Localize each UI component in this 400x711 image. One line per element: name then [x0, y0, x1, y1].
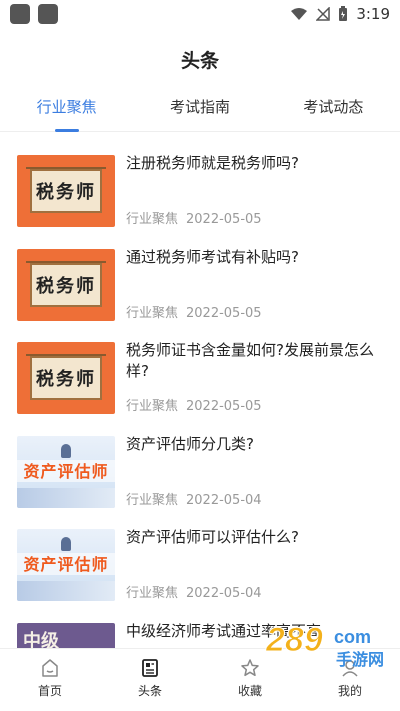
thumbnail-text: 资产评估师 [23, 461, 109, 481]
signboard: 税务师 [26, 354, 106, 400]
article-category: 行业聚焦 [126, 586, 179, 601]
article-date: 2022-05-05 [186, 305, 262, 321]
thumbnail-text: 中级 [23, 630, 59, 649]
bottom-tab-bar: 首页 头条 收藏 我的 [0, 648, 400, 711]
article-title: 资产评估师分几类? [126, 434, 254, 453]
page-title: 头条 [180, 50, 219, 72]
thumbnail-floor [17, 581, 115, 601]
article-title: 税务师证书含金量如何?发展前景怎么样? [126, 341, 374, 380]
tab-exam-guide[interactable]: 考试指南 [133, 90, 266, 131]
list-item[interactable]: 中级 中级经济师考试通过率高不高 [0, 601, 400, 649]
notification-icon [38, 4, 58, 24]
article-category: 行业聚焦 [126, 305, 179, 321]
article-title: 资产评估师可以评估什么? [126, 528, 299, 546]
list-item[interactable]: 税务师 注册税务师就是税务师吗? 行业聚焦 2022-05-05 [0, 133, 400, 227]
article-thumbnail: 税务师 [17, 155, 115, 227]
article-title: 通过税务师考试有补贴吗? [126, 247, 299, 266]
article-category: 行业聚焦 [126, 492, 179, 508]
no-signal-icon [316, 7, 331, 21]
article-category: 行业聚焦 [126, 399, 179, 414]
list-item[interactable]: 税务师 税务师证书含金量如何?发展前景怎么样? 行业聚焦 2022-05-05 [0, 320, 400, 414]
person-figure [61, 537, 71, 551]
tab-label: 考试指南 [169, 98, 230, 116]
headlines-icon [142, 659, 158, 677]
tabbar-item-profile[interactable]: 我的 [300, 649, 400, 711]
tabbar-item-home[interactable]: 首页 [0, 649, 100, 711]
tabbar-item-headlines[interactable]: 头条 [100, 649, 200, 711]
tab-label: 考试动态 [303, 98, 364, 116]
notification-icon [10, 4, 30, 24]
article-date: 2022-05-05 [186, 399, 262, 414]
tabbar-label: 首页 [37, 684, 62, 698]
category-tabs: 行业聚焦 考试指南 考试动态 [0, 90, 400, 132]
home-icon [42, 659, 58, 677]
user-icon [342, 660, 358, 677]
tabbar-label: 收藏 [237, 684, 262, 698]
article-date: 2022-05-05 [186, 212, 262, 227]
article-thumbnail: 税务师 [17, 248, 115, 321]
article-thumbnail: 资产评估师 [17, 435, 115, 508]
article-thumbnail: 资产评估师 [17, 529, 115, 601]
list-item[interactable]: 税务师 通过税务师考试有补贴吗? 行业聚焦 2022-05-05 [0, 227, 400, 321]
article-thumbnail: 税务师 [17, 342, 115, 414]
tab-active-indicator [54, 129, 79, 132]
article-date: 2022-05-04 [186, 586, 262, 601]
wifi-icon [291, 8, 308, 20]
article-title: 注册税务师就是税务师吗? [126, 154, 299, 172]
list-item[interactable]: 资产评估师 资产评估师可以评估什么? 行业聚焦 2022-05-04 [0, 507, 400, 601]
status-bar: 3:19 [0, 0, 400, 28]
tab-industry-focus[interactable]: 行业聚焦 [0, 90, 133, 132]
article-date: 2022-05-04 [186, 492, 262, 508]
tabbar-label: 我的 [337, 684, 362, 698]
thumbnail-text: 资产评估师 [23, 555, 109, 574]
person-figure [61, 443, 71, 458]
battery-icon [339, 6, 348, 21]
signboard: 税务师 [26, 260, 106, 307]
thumbnail-text: 税务师 [36, 275, 96, 297]
tabbar-item-favorites[interactable]: 收藏 [200, 649, 300, 711]
signboard: 税务师 [26, 167, 106, 213]
status-time: 3:19 [356, 5, 390, 23]
thumbnail-floor [17, 487, 115, 508]
thumbnail-text: 税务师 [36, 182, 96, 203]
article-title: 中级经济师考试通过率高不高 [126, 621, 322, 640]
article-category: 行业聚焦 [126, 212, 179, 227]
tabbar-label: 头条 [137, 684, 162, 698]
tab-exam-news[interactable]: 考试动态 [267, 90, 400, 131]
list-item[interactable]: 资产评估师 资产评估师分几类? 行业聚焦 2022-05-04 [0, 414, 400, 508]
article-thumbnail: 中级 [17, 622, 115, 649]
thumbnail-text: 税务师 [36, 369, 96, 390]
article-list: 税务师 注册税务师就是税务师吗? 行业聚焦 2022-05-05 税务师 通过税务… [0, 133, 400, 648]
star-icon [241, 659, 259, 677]
tab-label: 行业聚焦 [36, 98, 97, 116]
